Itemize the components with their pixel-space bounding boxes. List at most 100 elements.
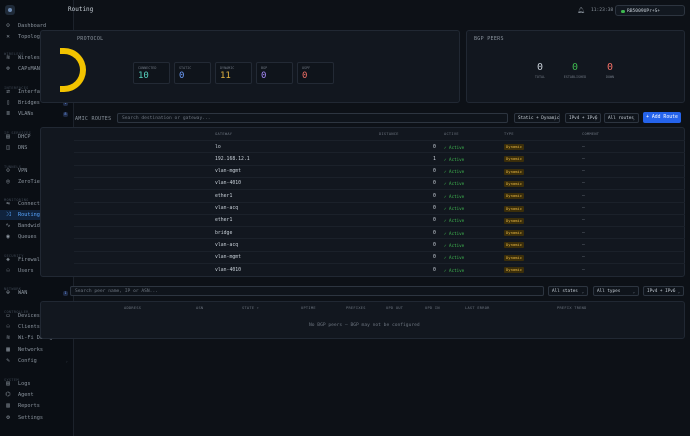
route-scope-filter[interactable]: All routes ⌄ [604, 113, 639, 123]
col-prefix-trend[interactable]: PREFIX TREND [557, 306, 587, 310]
bell-icon[interactable]: 🔔︎ [577, 8, 585, 14]
route-comment: — [582, 255, 585, 261]
route-active-status: ✓ Active [444, 144, 465, 150]
route-gateway: 192.168.12.1 [215, 156, 250, 162]
stat-label: STATIC [179, 66, 192, 70]
clock: 11:23:38 [591, 8, 614, 13]
dhcp-icon: ▤ [6, 133, 10, 140]
route-gateway: vlan-mgmt [215, 255, 241, 261]
peer-type-filter[interactable]: All types ⌄ [593, 286, 639, 296]
page-title: Routing [68, 6, 94, 13]
route-comment: — [582, 193, 585, 199]
col-upd-out[interactable]: UPD OUT [386, 306, 403, 310]
route-family-value: IPv4 + IPv6 [569, 116, 598, 122]
sidebar-item-config[interactable]: ✎ Config › [0, 356, 74, 366]
connections-icon: ⇋ [6, 200, 10, 207]
route-comment: — [582, 230, 585, 236]
bgp-stat-value: 0 [571, 62, 579, 73]
chevron-down-icon: ⌄ [594, 116, 597, 121]
sidebar-item-label: DNS [18, 145, 28, 151]
routes-search-input[interactable]: Search destination or gateway... [117, 113, 508, 123]
sidebar-item-agent[interactable]: ⌬ Agent [0, 390, 74, 400]
status-dot-icon [621, 9, 625, 13]
users-icon: ⚇ [6, 267, 10, 274]
route-active-status: ✓ Active [444, 255, 465, 261]
route-family-filter[interactable]: IPv4 + IPv6 ⌄ [565, 113, 601, 123]
route-type-badge: Dynamic [504, 205, 525, 212]
settings-icon: ⚙ [6, 414, 10, 421]
table-row[interactable]: vlan-mgmt 0 ✓ Active Dynamic — [74, 164, 685, 177]
table-row[interactable]: vlan-4010 0 ✓ Active Dynamic — [74, 176, 685, 189]
sidebar-item-networks[interactable]: ▦ Networks [0, 345, 74, 355]
interfaces-icon: ⇄ [6, 88, 10, 95]
bgp-stat-label: DOWN [605, 75, 615, 79]
protocol-stat-dynamic: DYNAMIC 11 [215, 62, 252, 84]
stat-label: OSPF [302, 66, 311, 70]
table-row[interactable]: vlan-acq 0 ✓ Active Dynamic — [74, 238, 685, 250]
app-logo[interactable] [5, 5, 15, 15]
table-row[interactable]: bridge 0 ✓ Active Dynamic — [74, 226, 685, 238]
route-distance: 1 [433, 156, 436, 162]
col-prefixes[interactable]: PREFIXES [346, 306, 366, 310]
col-uptime[interactable]: UPTIME [301, 306, 316, 310]
agent-icon: ⌬ [5, 391, 11, 398]
sidebar-item-label: VPN [18, 168, 28, 174]
zerotier-icon: ◎ [6, 178, 10, 185]
col-asn[interactable]: ASN [196, 306, 203, 310]
protocol-panel-title: PROTOCOL [77, 36, 104, 42]
device-selector[interactable]: RB5009UPr+S+ [615, 5, 685, 16]
col-gateway[interactable]: GATEWAY [215, 132, 232, 136]
table-row[interactable]: vlan-mgmt 0 ✓ Active Dynamic — [74, 250, 685, 263]
route-scope-value: All routes [608, 116, 634, 122]
queues-icon: ◉ [6, 233, 10, 240]
table-row[interactable]: 192.168.12.1 1 ✓ Active Dynamic — [74, 152, 685, 164]
routes-section-title: AMIC ROUTES [75, 116, 112, 122]
peers-search-input[interactable]: Search peer name, IP or ASN... [70, 286, 544, 296]
sidebar-item-logs[interactable]: ▤ Logs [0, 379, 74, 389]
route-distance: 0 [433, 181, 436, 187]
table-row[interactable]: vlan-acq 0 ✓ Active Dynamic — [74, 201, 685, 214]
sidebar-item-label: WAN [18, 290, 28, 296]
col-upd-in[interactable]: UPD IN [425, 306, 440, 310]
sidebar-item-settings[interactable]: ⚙ Settings [0, 413, 74, 423]
route-distance: 0 [433, 230, 436, 236]
sidebar-item-reports[interactable]: ▥ Reports [0, 401, 74, 411]
stat-value: 0 [302, 71, 308, 81]
stat-value: 0 [261, 71, 267, 81]
devices-icon: ▭ [6, 312, 10, 319]
col-distance[interactable]: DISTANCE [379, 132, 399, 136]
peer-state-filter[interactable]: All states ⌄ [548, 286, 588, 296]
sidebar-item-vlans[interactable]: ≣ VLANs 8 [0, 109, 74, 119]
sidebar-item-label: Reports [18, 403, 40, 409]
col-active[interactable]: ACTIVE [444, 132, 459, 136]
config-icon: ✎ [6, 357, 10, 364]
bgp-stat-established: 0 ESTABLISHED [560, 62, 590, 79]
sidebar-item-label: Config [18, 358, 37, 364]
table-row[interactable]: ether1 0 ✓ Active Dynamic — [74, 213, 685, 226]
peer-family-value: IPv4 + IPv6 [647, 289, 676, 295]
protocol-stat-bgp: BGP 0 [256, 62, 293, 84]
route-protocol-filter[interactable]: Static + Dynamic ⌄ [514, 113, 560, 123]
bgp-stat-down: 0 DOWN [595, 62, 625, 79]
stat-value: 10 [138, 71, 149, 81]
col-state[interactable]: STATE ↑ [242, 306, 259, 310]
col-last-error[interactable]: LAST ERROR [465, 306, 490, 310]
sidebar-item-label: Settings [18, 415, 43, 421]
col-comment[interactable]: COMMENT [582, 132, 599, 136]
sidebar-item-wan[interactable]: ⊕ WAN 1 [0, 288, 74, 298]
route-gateway: bridge [215, 230, 233, 236]
table-row[interactable]: ether1 0 ✓ Active Dynamic — [74, 189, 685, 201]
sidebar-item-label: CAPsMAN [18, 66, 40, 72]
table-row[interactable]: vlan-4010 0 ✓ Active Dynamic — [74, 263, 685, 275]
route-comment: — [582, 144, 585, 150]
col-address[interactable]: ADDRESS [124, 306, 141, 310]
peers-table-header: ADDRESS ASN STATE ↑ UPTIME PREFIXES UPD … [74, 303, 685, 312]
route-active-status: ✓ Active [444, 181, 465, 187]
route-gateway: ether1 [215, 218, 233, 224]
add-route-button[interactable]: + Add Route [643, 112, 681, 123]
table-row[interactable]: lo 0 ✓ Active Dynamic — [74, 140, 685, 152]
bgp-stat-total: 0 TOTAL [525, 62, 555, 79]
peer-family-filter[interactable]: IPv4 + IPv6 ⌄ [643, 286, 684, 296]
route-active-status: ✓ Active [444, 267, 465, 273]
col-type[interactable]: TYPE [504, 132, 514, 136]
